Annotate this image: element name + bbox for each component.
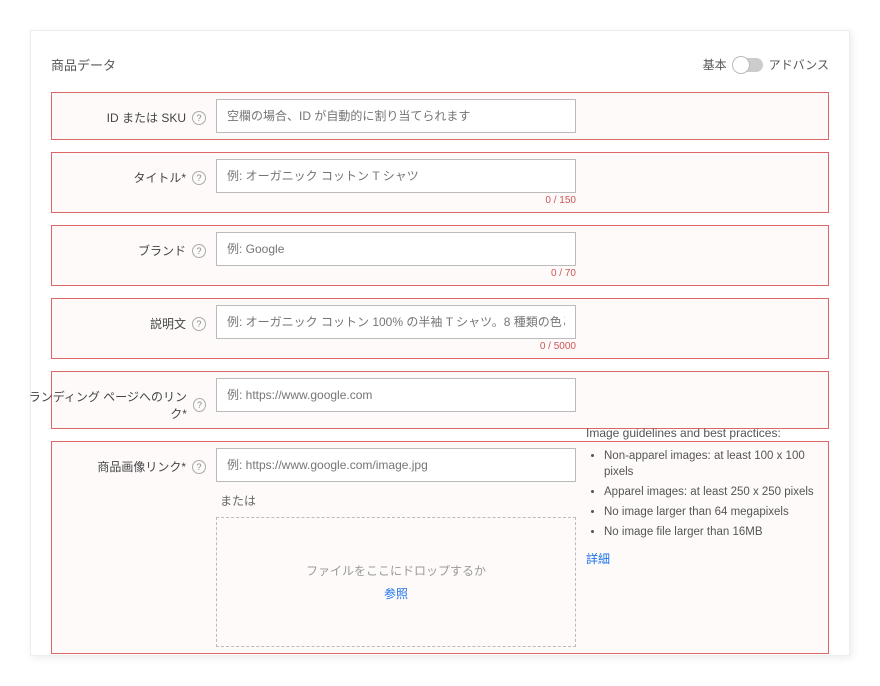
row-sku: ID または SKU ?: [51, 92, 829, 140]
dropzone-text: ファイルをここにドロップするか: [306, 562, 486, 579]
brand-input[interactable]: [216, 232, 576, 266]
label-image: 商品画像リンク*: [97, 458, 186, 475]
description-input[interactable]: [216, 305, 576, 339]
help-icon[interactable]: ?: [192, 171, 206, 185]
counter-brand: 0 / 70: [216, 268, 576, 279]
label-brand: ブランド: [138, 242, 186, 259]
guideline-item: Apparel images: at least 250 x 250 pixel…: [604, 484, 816, 500]
image-guidelines-panel: Image guidelines and best practices: Non…: [586, 426, 816, 567]
mode-toggle-group: 基本 アドバンス: [703, 56, 829, 73]
guidelines-list: Non-apparel images: at least 100 x 100 p…: [586, 448, 816, 540]
row-landing-link: ランディング ページへのリンク* ?: [51, 371, 829, 429]
row-description: 説明文 ? 0 / 5000: [51, 298, 829, 359]
title-input[interactable]: [216, 159, 576, 193]
toggle-label-basic: 基本: [703, 56, 727, 73]
page-title: 商品データ: [51, 55, 116, 74]
guideline-item: No image file larger than 16MB: [604, 524, 816, 540]
image-dropzone[interactable]: ファイルをここにドロップするか 参照: [216, 517, 576, 647]
guideline-item: No image larger than 64 megapixels: [604, 504, 816, 520]
row-title: タイトル* ? 0 / 150: [51, 152, 829, 213]
form-area: ID または SKU ? タイトル* ? 0 / 150: [51, 92, 829, 654]
product-data-card: 商品データ 基本 アドバンス ID または SKU ? タイ: [30, 30, 850, 656]
label-sku: ID または SKU: [107, 109, 186, 126]
help-icon[interactable]: ?: [193, 398, 206, 412]
counter-description: 0 / 5000: [216, 341, 576, 352]
help-icon[interactable]: ?: [192, 460, 206, 474]
sku-input[interactable]: [216, 99, 576, 133]
row-brand: ブランド ? 0 / 70: [51, 225, 829, 286]
mode-toggle[interactable]: [733, 58, 763, 72]
browse-button[interactable]: 参照: [384, 585, 408, 602]
label-description: 説明文: [150, 315, 186, 332]
or-label: または: [220, 492, 576, 509]
help-icon[interactable]: ?: [192, 244, 206, 258]
image-url-input[interactable]: [216, 448, 576, 482]
guidelines-title: Image guidelines and best practices:: [586, 426, 816, 440]
header: 商品データ 基本 アドバンス: [51, 55, 829, 74]
help-icon[interactable]: ?: [192, 317, 206, 331]
landing-input[interactable]: [216, 378, 576, 412]
label-title: タイトル*: [133, 169, 186, 186]
counter-title: 0 / 150: [216, 195, 576, 206]
label-landing: ランディング ページへのリンク*: [26, 388, 187, 422]
toggle-label-advanced: アドバンス: [769, 56, 829, 73]
help-icon[interactable]: ?: [192, 111, 206, 125]
details-link[interactable]: 詳細: [586, 552, 610, 566]
guideline-item: Non-apparel images: at least 100 x 100 p…: [604, 448, 816, 480]
